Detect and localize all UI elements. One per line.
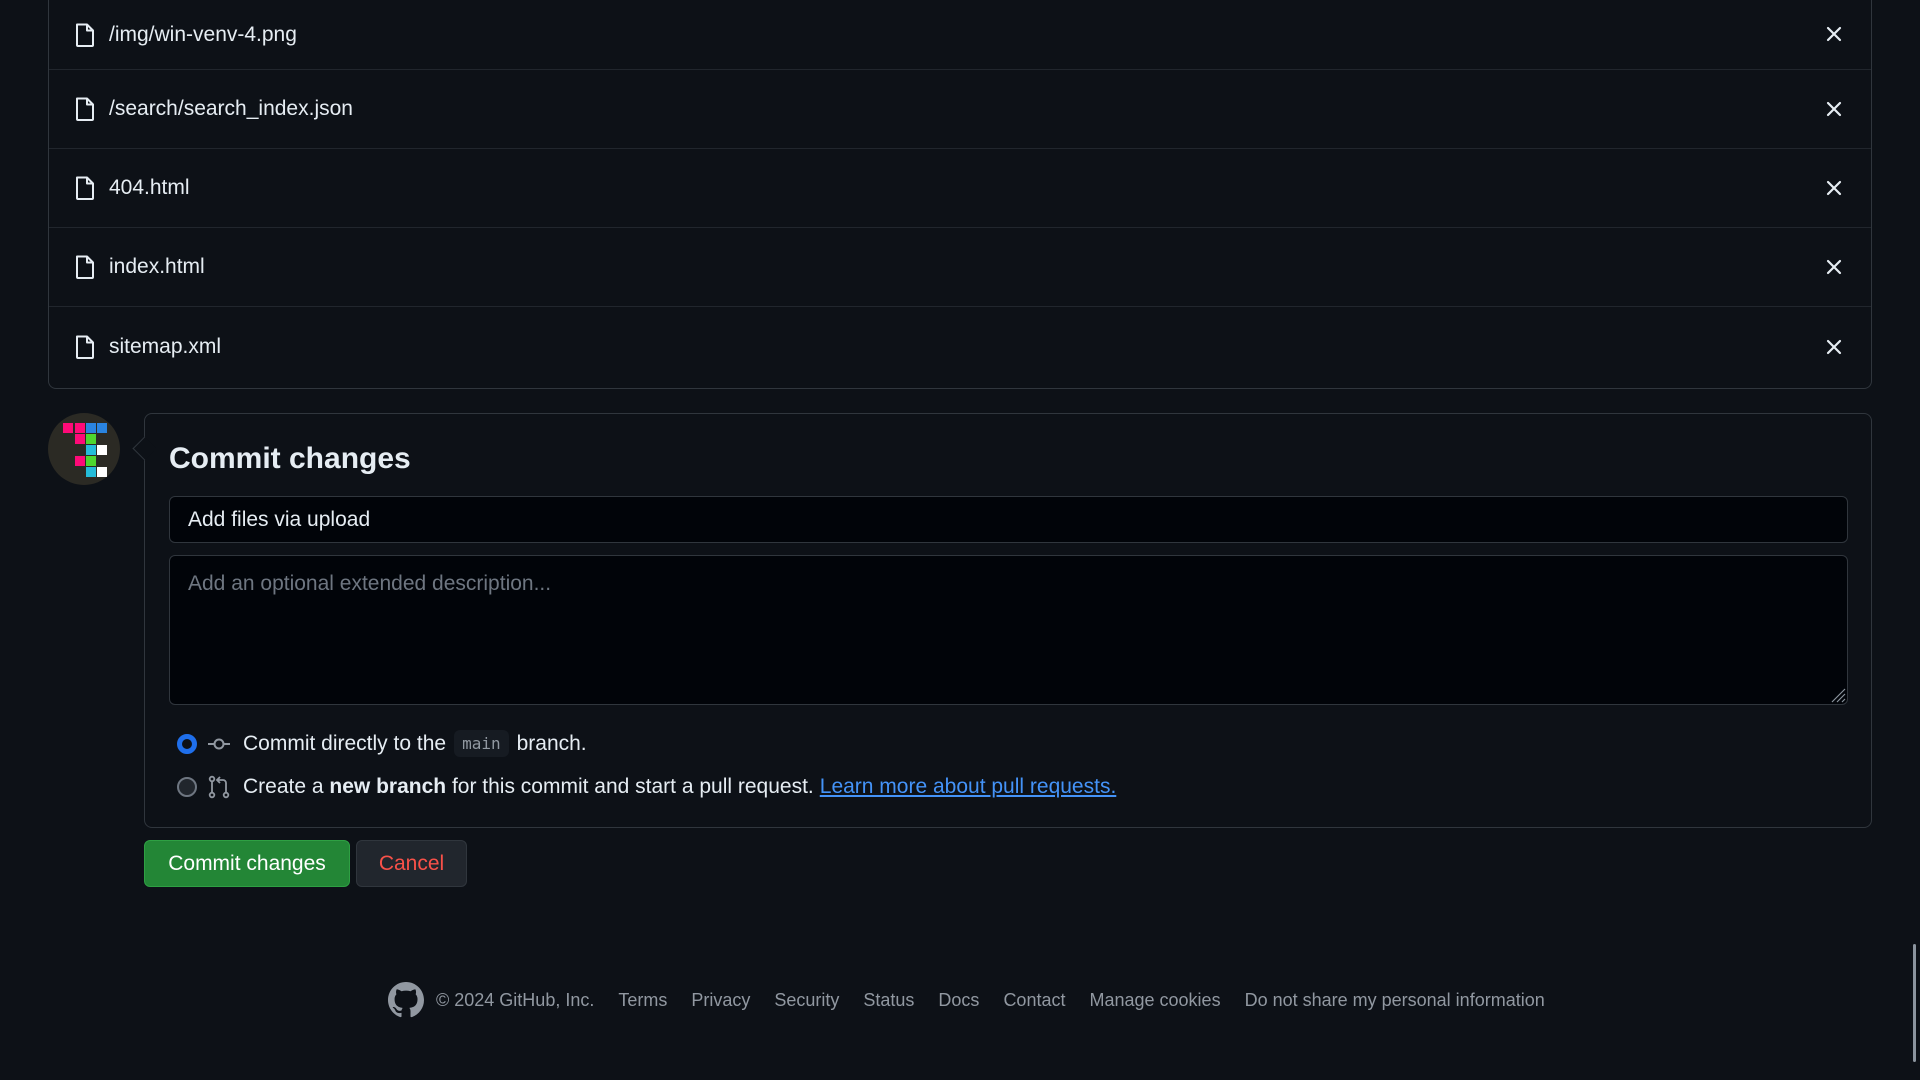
footer-link-docs[interactable]: Docs [938, 990, 979, 1011]
x-icon [1826, 259, 1842, 275]
file-row: 404.html [49, 149, 1871, 228]
identicon-pixel [75, 434, 85, 444]
identicon-pixel [63, 423, 73, 433]
footer-link-do-not-share[interactable]: Do not share my personal information [1245, 990, 1545, 1011]
identicon-pixel [86, 445, 96, 455]
file-row: index.html [49, 228, 1871, 307]
new-branch-text-before: Create a [243, 775, 324, 798]
github-logo-icon[interactable] [388, 982, 424, 1018]
commit-summary-input[interactable] [169, 496, 1848, 543]
new-branch-text-after: for this commit and start a pull request… [451, 775, 814, 798]
git-commit-icon [208, 738, 230, 749]
identicon-pixel [86, 434, 96, 444]
commit-changes-button[interactable]: Commit changes [144, 840, 350, 887]
x-icon [1826, 26, 1842, 42]
resize-grip-icon[interactable] [1826, 683, 1846, 703]
remove-file-button[interactable] [1821, 175, 1847, 201]
footer-link-contact[interactable]: Contact [1003, 990, 1065, 1011]
file-icon [76, 176, 94, 200]
file-name: /search/search_index.json [109, 97, 353, 120]
footer-link-manage-cookies[interactable]: Manage cookies [1089, 990, 1220, 1011]
x-icon [1826, 339, 1842, 354]
commit-direct-radio[interactable] [177, 733, 197, 754]
identicon-pixel [75, 423, 85, 433]
identicon-pixel [86, 423, 96, 433]
x-icon [1826, 180, 1842, 196]
file-name: /img/win-venv-4.png [109, 22, 297, 46]
identicon-pixel [86, 467, 96, 477]
new-branch-radio[interactable] [177, 777, 197, 797]
git-pull-request-icon [208, 775, 230, 799]
footer-link-privacy[interactable]: Privacy [691, 990, 750, 1011]
identicon-pixel [97, 423, 107, 433]
footer-link-terms[interactable]: Terms [618, 990, 667, 1011]
commit-direct-text-before: Commit directly to the [243, 731, 447, 755]
identicon-pixel [86, 456, 96, 466]
commit-direct-text-after: branch. [516, 731, 587, 755]
file-icon [76, 255, 94, 279]
commit-changes-panel: Commit changes Commit directly to the ma… [144, 413, 1872, 828]
remove-file-button[interactable] [1821, 21, 1847, 47]
file-name: 404.html [109, 176, 190, 199]
learn-more-pull-requests-link[interactable]: Learn more about pull requests. [820, 775, 1117, 799]
remove-file-button[interactable] [1821, 96, 1847, 122]
commit-direct-option[interactable]: Commit directly to the main branch. [177, 730, 587, 757]
x-icon [1826, 101, 1842, 117]
new-branch-option[interactable]: Create a new branch for this commit and … [177, 775, 1116, 799]
identicon-pixel [97, 467, 107, 477]
uploaded-file-list: /img/win-venv-4.png /search/search_index… [48, 0, 1872, 389]
footer: © 2024 GitHub, Inc. Terms Privacy Securi… [388, 982, 1545, 1018]
branch-name: main [454, 730, 509, 757]
identicon-pixel [97, 445, 107, 455]
commit-title: Commit changes [169, 442, 411, 475]
file-icon [76, 23, 94, 47]
footer-link-status[interactable]: Status [863, 990, 914, 1011]
file-icon [76, 97, 94, 121]
new-branch-bold: new branch [329, 775, 447, 798]
file-row: /search/search_index.json [49, 70, 1871, 149]
footer-link-security[interactable]: Security [774, 990, 839, 1011]
file-row: sitemap.xml [49, 307, 1871, 386]
identicon-pixel [75, 456, 85, 466]
remove-file-button[interactable] [1821, 254, 1847, 280]
avatar[interactable] [48, 413, 120, 485]
commit-description-input[interactable] [169, 555, 1848, 705]
file-name: index.html [109, 255, 205, 278]
file-icon [76, 335, 94, 359]
cancel-button[interactable]: Cancel [356, 840, 467, 887]
copyright: © 2024 GitHub, Inc. [436, 989, 595, 1010]
scrollbar-thumb[interactable] [1913, 944, 1916, 1062]
file-row: /img/win-venv-4.png [49, 0, 1871, 70]
file-name: sitemap.xml [109, 334, 222, 358]
remove-file-button[interactable] [1821, 334, 1847, 360]
